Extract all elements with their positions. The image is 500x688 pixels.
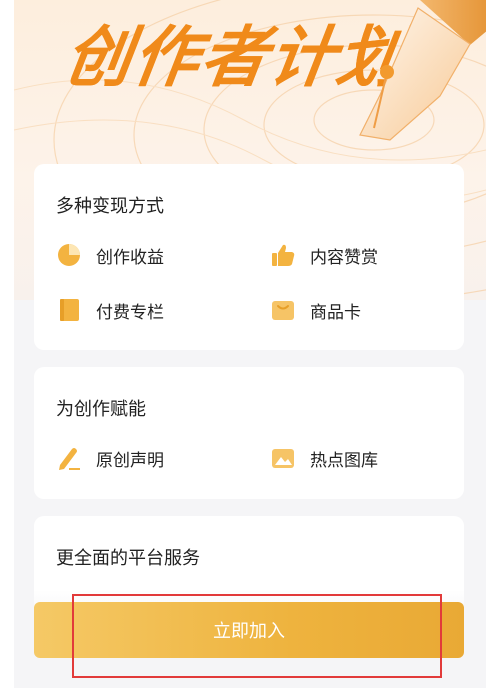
card-title: 为创作赋能	[56, 399, 146, 420]
pie-chart-icon	[58, 244, 80, 266]
image-gallery-icon	[272, 449, 294, 468]
left-margin	[0, 0, 14, 688]
feature-trending-gallery[interactable]: 热点图库	[270, 445, 378, 471]
product-card-icon	[272, 301, 294, 320]
feature-label: 商品卡	[310, 302, 361, 323]
monetization-card: 多种变现方式 创作收益 内容赞赏 付费专栏 商品卡	[34, 164, 464, 350]
feature-creation-revenue[interactable]: 创作收益	[56, 242, 164, 268]
feature-label: 付费专栏	[96, 302, 164, 323]
right-margin	[486, 0, 500, 688]
book-icon	[60, 299, 79, 321]
feature-label: 内容赞赏	[310, 247, 378, 268]
join-now-button[interactable]: 立即加入	[34, 602, 464, 658]
empowerment-card: 为创作赋能 原创声明 热点图库	[34, 367, 464, 499]
card-title: 更全面的平台服务	[56, 548, 200, 569]
pencil-icon	[59, 448, 80, 470]
feature-label: 热点图库	[310, 450, 378, 471]
feature-label: 原创声明	[96, 450, 164, 471]
card-title: 多种变现方式	[56, 196, 164, 217]
thumbs-up-icon	[272, 244, 295, 266]
feature-product-card[interactable]: 商品卡	[270, 297, 361, 323]
feature-paid-column[interactable]: 付费专栏	[56, 297, 164, 323]
fountain-pen-icon	[359, 0, 486, 141]
feature-label: 创作收益	[96, 247, 164, 268]
feature-original-declaration[interactable]: 原创声明	[56, 445, 164, 471]
creator-plan-screen: 创作者计划 多种变现方式 创作收益 内容赞赏 付费专栏 商品卡 为创作赋能 原创…	[0, 0, 500, 688]
feature-content-tipping[interactable]: 内容赞赏	[270, 242, 378, 268]
